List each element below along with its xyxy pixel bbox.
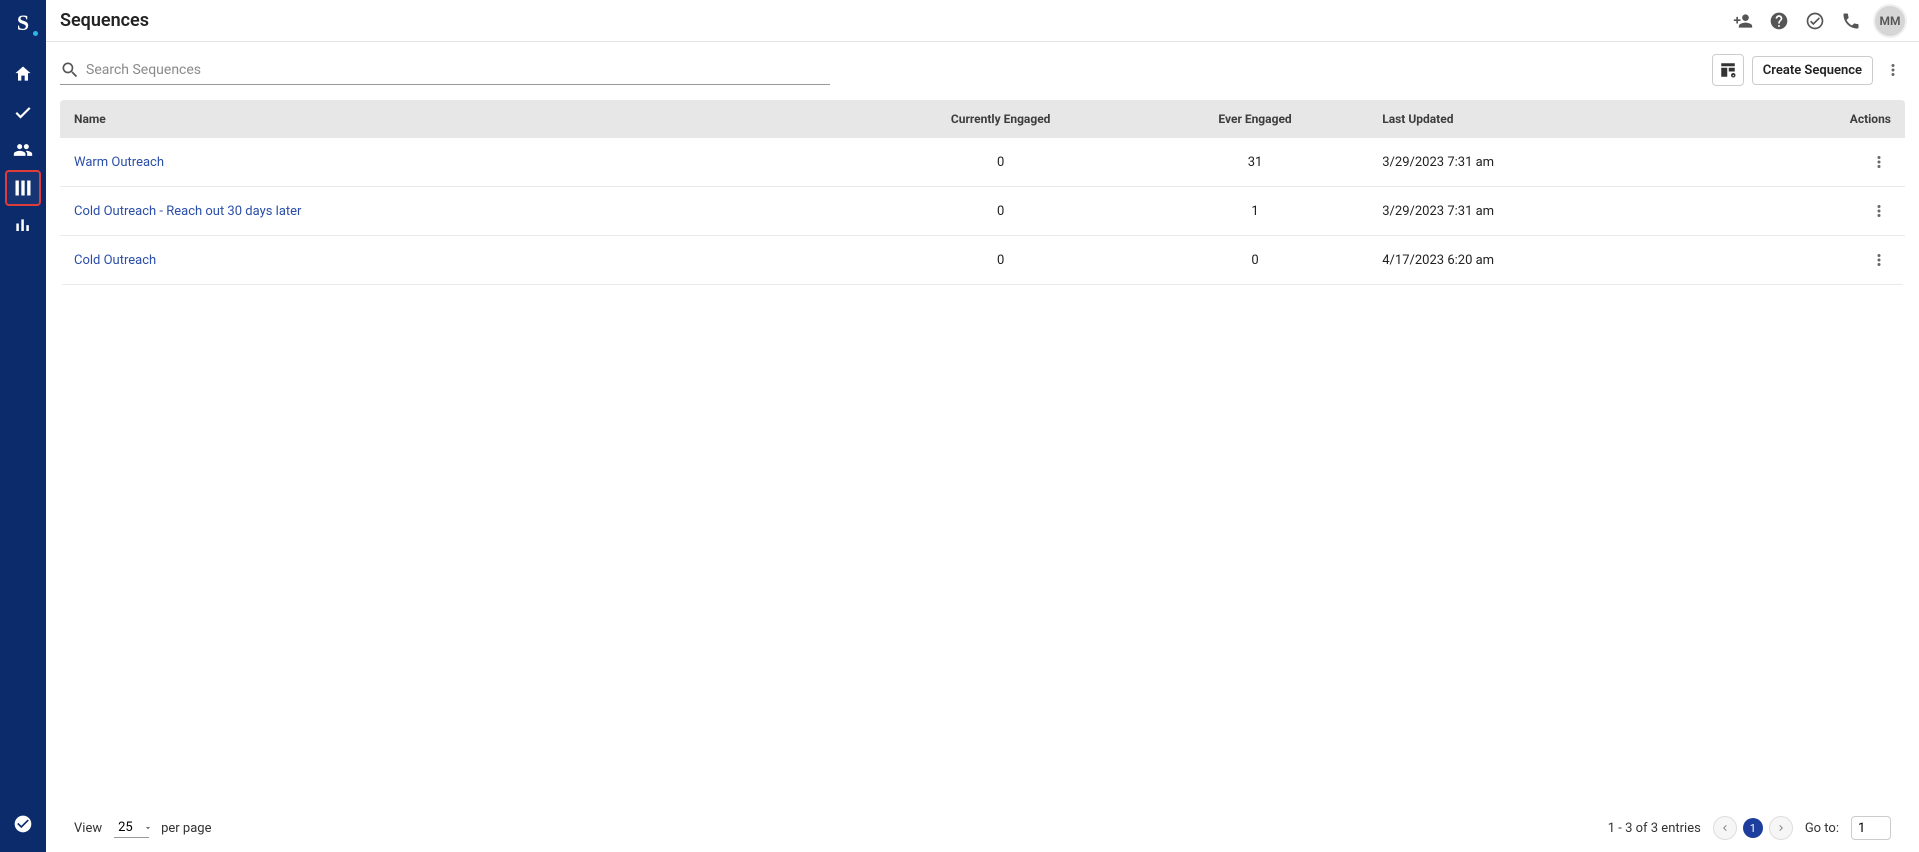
sequence-name-link[interactable]: Warm Outreach xyxy=(74,155,164,170)
entries-summary: 1 - 3 of 3 entries xyxy=(1608,821,1701,836)
create-sequence-button[interactable]: Create Sequence xyxy=(1752,56,1873,85)
logo-letter: S xyxy=(17,10,29,36)
nav-status[interactable] xyxy=(5,806,41,842)
column-settings-button[interactable] xyxy=(1712,54,1744,86)
goto-page-input[interactable] xyxy=(1851,816,1891,840)
kebab-icon xyxy=(1884,61,1902,79)
table-settings-icon xyxy=(1719,61,1737,79)
topbar: Sequences MM xyxy=(46,0,1919,42)
cell-ever-engaged: 31 xyxy=(1128,155,1382,170)
table-row: Cold Outreach 0 0 4/17/2023 6:20 am xyxy=(60,236,1905,285)
toolbar: Create Sequence xyxy=(60,54,1905,86)
sequence-name-link[interactable]: Cold Outreach - Reach out 30 days later xyxy=(74,204,301,219)
logo-dot xyxy=(33,31,38,36)
bar-chart-icon xyxy=(13,216,33,236)
task-check-icon xyxy=(1805,11,1825,31)
row-actions-button[interactable] xyxy=(1867,150,1891,174)
prev-page-button[interactable] xyxy=(1713,816,1737,840)
task-check-button[interactable] xyxy=(1803,9,1827,33)
person-add-icon xyxy=(1733,11,1753,31)
col-header-name: Name xyxy=(74,112,873,126)
col-header-actions: Actions xyxy=(1637,112,1891,126)
sidebar: S xyxy=(0,0,46,852)
sequences-icon xyxy=(13,178,33,198)
view-label: View xyxy=(74,821,102,836)
user-avatar[interactable]: MM xyxy=(1875,6,1905,36)
chevron-right-icon xyxy=(1775,822,1787,834)
pagination-footer: View 25 per page 1 - 3 of 3 entries xyxy=(60,807,1905,852)
phone-icon xyxy=(1841,11,1861,31)
pager: 1 xyxy=(1713,816,1793,840)
col-header-ever-engaged: Ever Engaged xyxy=(1128,112,1382,126)
per-page-label: per page xyxy=(161,821,211,836)
kebab-icon xyxy=(1870,153,1888,171)
cell-currently-engaged: 0 xyxy=(873,253,1127,268)
chevron-left-icon xyxy=(1719,822,1731,834)
cell-ever-engaged: 0 xyxy=(1128,253,1382,268)
call-button[interactable] xyxy=(1839,9,1863,33)
row-actions-button[interactable] xyxy=(1867,199,1891,223)
people-icon xyxy=(13,140,33,160)
nav-analytics[interactable] xyxy=(5,208,41,244)
search-wrapper xyxy=(60,56,830,85)
add-person-button[interactable] xyxy=(1731,9,1755,33)
cell-last-updated: 3/29/2023 7:31 am xyxy=(1382,155,1636,170)
col-header-currently-engaged: Currently Engaged xyxy=(873,112,1127,126)
nav-tasks[interactable] xyxy=(5,94,41,130)
cell-last-updated: 3/29/2023 7:31 am xyxy=(1382,204,1636,219)
row-actions-button[interactable] xyxy=(1867,248,1891,272)
home-icon xyxy=(13,64,33,84)
check-icon xyxy=(13,102,33,122)
create-sequence-label: Create Sequence xyxy=(1763,63,1862,78)
table-header-row: Name Currently Engaged Ever Engaged Last… xyxy=(60,100,1905,138)
nav-sequences[interactable] xyxy=(5,170,41,206)
search-input[interactable] xyxy=(86,56,830,84)
kebab-icon xyxy=(1870,202,1888,220)
nav-people[interactable] xyxy=(5,132,41,168)
kebab-icon xyxy=(1870,251,1888,269)
cell-currently-engaged: 0 xyxy=(873,204,1127,219)
app-logo[interactable]: S xyxy=(6,6,40,40)
help-icon xyxy=(1769,11,1789,31)
next-page-button[interactable] xyxy=(1769,816,1793,840)
nav-home[interactable] xyxy=(5,56,41,92)
sequences-table: Name Currently Engaged Ever Engaged Last… xyxy=(60,100,1905,285)
page-number[interactable]: 1 xyxy=(1743,818,1763,838)
toolbar-more-button[interactable] xyxy=(1881,58,1905,82)
check-circle-icon xyxy=(13,814,33,834)
page-title: Sequences xyxy=(60,10,149,31)
help-button[interactable] xyxy=(1767,9,1791,33)
table-row: Cold Outreach - Reach out 30 days later … xyxy=(60,187,1905,236)
table-row: Warm Outreach 0 31 3/29/2023 7:31 am xyxy=(60,138,1905,187)
cell-last-updated: 4/17/2023 6:20 am xyxy=(1382,253,1636,268)
sequence-name-link[interactable]: Cold Outreach xyxy=(74,253,156,268)
col-header-last-updated: Last Updated xyxy=(1382,112,1636,126)
goto-label: Go to: xyxy=(1805,821,1839,836)
page-size-select[interactable]: 25 xyxy=(114,818,149,838)
search-icon xyxy=(60,60,80,80)
cell-currently-engaged: 0 xyxy=(873,155,1127,170)
cell-ever-engaged: 1 xyxy=(1128,204,1382,219)
